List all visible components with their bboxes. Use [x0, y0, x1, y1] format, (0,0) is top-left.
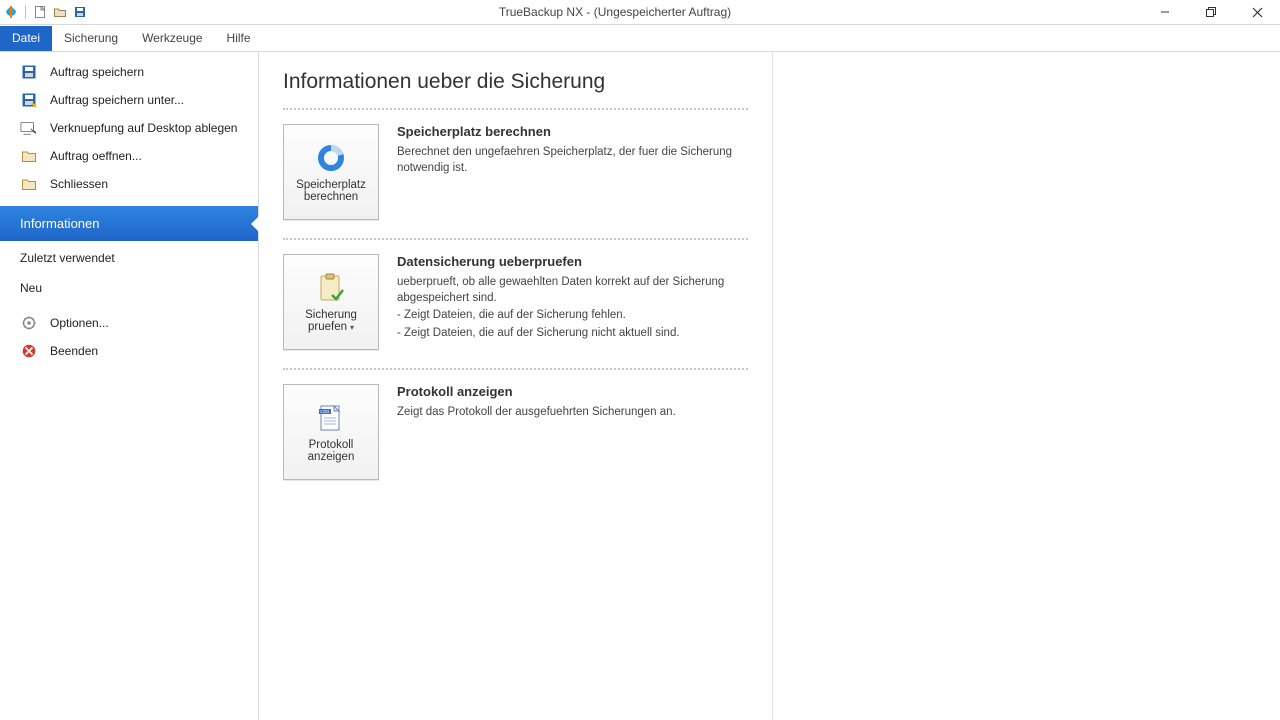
- sidebar-item-label: Auftrag speichern unter...: [50, 93, 184, 107]
- tab-hilfe[interactable]: Hilfe: [215, 26, 263, 51]
- gear-icon: [20, 314, 38, 332]
- ribbon-tabs: Datei Sicherung Werkzeuge Hilfe: [0, 25, 1280, 51]
- big-btn-label: Protokoll anzeigen: [288, 439, 374, 463]
- tab-datei[interactable]: Datei: [0, 26, 52, 51]
- log-file-icon: LOG: [316, 403, 346, 433]
- card-title: Protokoll anzeigen: [397, 384, 748, 399]
- calc-storage-button[interactable]: Speicherplatz berechnen: [283, 124, 379, 220]
- sidebar-item-label: Optionen...: [50, 316, 109, 330]
- card-desc: - Zeigt Dateien, die auf der Sicherung f…: [397, 308, 748, 324]
- exit-icon: [20, 342, 38, 360]
- backstage-sidebar: Auftrag speichern Auftrag speichern unte…: [0, 52, 259, 720]
- sidebar-item-close[interactable]: Schliessen: [0, 170, 258, 198]
- sidebar-item-label: Auftrag oeffnen...: [50, 149, 142, 163]
- divider: [283, 108, 748, 110]
- sidebar-cat-new[interactable]: Neu: [0, 271, 258, 301]
- card-verify: Sicherung pruefen▾ Datensicherung ueberp…: [283, 254, 748, 350]
- open-folder-icon: [20, 147, 38, 165]
- sidebar-item-label: Beenden: [50, 344, 98, 358]
- shortcut-icon: [20, 119, 38, 137]
- sidebar-item-desktop-shortcut[interactable]: Verknuepfung auf Desktop ablegen: [0, 114, 258, 142]
- card-desc: ueberprueft, ob alle gewaehlten Daten ko…: [397, 275, 748, 306]
- chevron-down-icon: ▾: [350, 323, 354, 332]
- card-desc: - Zeigt Dateien, die auf der Sicherung n…: [397, 326, 748, 342]
- sidebar-item-save[interactable]: Auftrag speichern: [0, 58, 258, 86]
- window-title: TrueBackup NX - (Ungespeicherter Auftrag…: [88, 0, 1142, 24]
- big-btn-label: Speicherplatz berechnen: [288, 179, 374, 203]
- card-storage: Speicherplatz berechnen Speicherplatz be…: [283, 124, 748, 220]
- divider: [283, 368, 748, 370]
- big-btn-label: Sicherung pruefen▾: [288, 309, 374, 333]
- card-title: Speicherplatz berechnen: [397, 124, 748, 139]
- save-icon: [20, 63, 38, 81]
- verify-backup-button[interactable]: Sicherung pruefen▾: [283, 254, 379, 350]
- window-minimize-button[interactable]: [1142, 0, 1188, 24]
- page-title: Informationen ueber die Sicherung: [283, 70, 748, 94]
- card-title: Datensicherung ueberpruefen: [397, 254, 748, 269]
- sidebar-item-label: Auftrag speichern: [50, 65, 144, 79]
- tab-werkzeuge[interactable]: Werkzeuge: [130, 26, 214, 51]
- sidebar-item-save-as[interactable]: Auftrag speichern unter...: [0, 86, 258, 114]
- card-desc: Berechnet den ungefaehren Speicherplatz,…: [397, 145, 748, 176]
- save-as-icon: [20, 91, 38, 109]
- separator: [25, 5, 26, 19]
- title-bar: TrueBackup NX - (Ungespeicherter Auftrag…: [0, 0, 1280, 25]
- divider: [283, 238, 748, 240]
- show-log-button[interactable]: LOG Protokoll anzeigen: [283, 384, 379, 480]
- sidebar-item-options[interactable]: Optionen...: [0, 309, 258, 337]
- new-doc-icon[interactable]: [32, 4, 48, 20]
- sidebar-cat-recent[interactable]: Zuletzt verwendet: [0, 241, 258, 271]
- clipboard-check-icon: [316, 273, 346, 303]
- close-folder-icon: [20, 175, 38, 193]
- open-folder-icon[interactable]: [52, 4, 68, 20]
- svg-text:LOG: LOG: [321, 409, 330, 414]
- sidebar-item-label: Verknuepfung auf Desktop ablegen: [50, 121, 237, 135]
- window-close-button[interactable]: [1234, 0, 1280, 24]
- tab-sicherung[interactable]: Sicherung: [52, 26, 130, 51]
- sidebar-item-label: Schliessen: [50, 177, 108, 191]
- card-desc: Zeigt das Protokoll der ausgefuehrten Si…: [397, 405, 748, 421]
- donut-chart-icon: [316, 143, 346, 173]
- sidebar-item-open[interactable]: Auftrag oeffnen...: [0, 142, 258, 170]
- window-restore-button[interactable]: [1188, 0, 1234, 24]
- save-icon[interactable]: [72, 4, 88, 20]
- sidebar-item-exit[interactable]: Beenden: [0, 337, 258, 365]
- backstage-content: Informationen ueber die Sicherung Speich…: [259, 52, 1280, 720]
- sidebar-item-label: Informationen: [20, 216, 100, 231]
- sidebar-item-informationen[interactable]: Informationen: [0, 206, 258, 241]
- app-icon: [3, 4, 19, 20]
- card-log: LOG Protokoll anzeigen Protokoll anzeige…: [283, 384, 748, 480]
